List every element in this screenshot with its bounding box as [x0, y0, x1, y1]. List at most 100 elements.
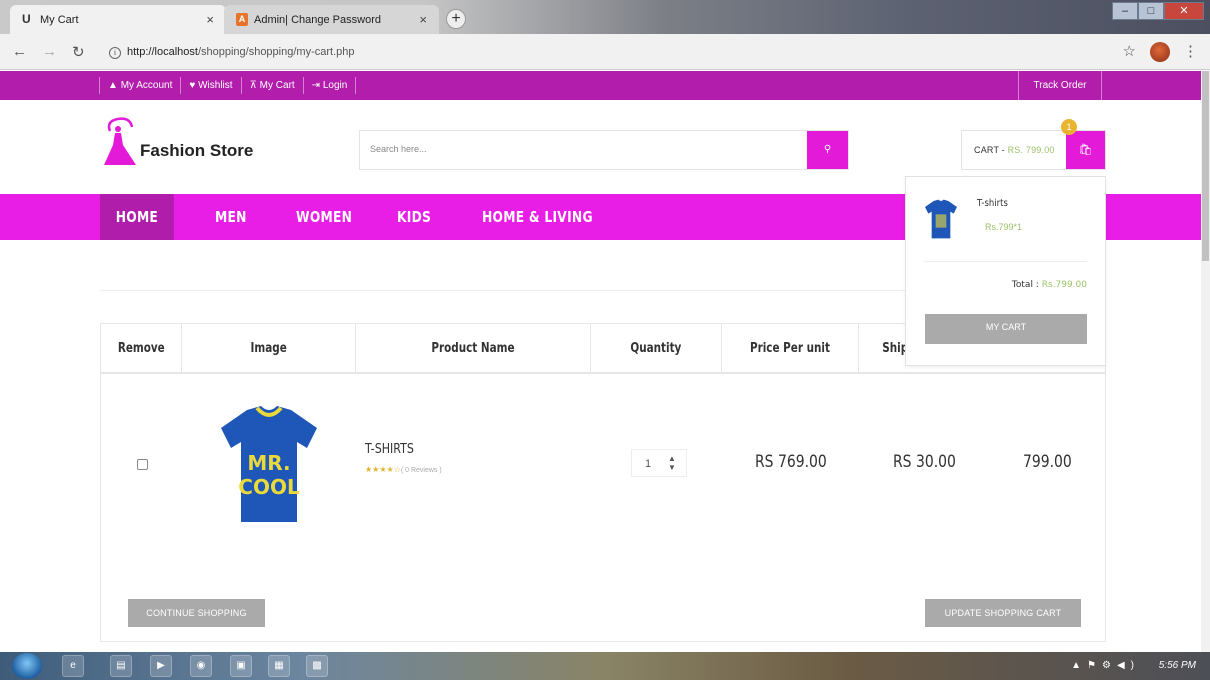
product-name-link[interactable]: T-SHIRTS [365, 442, 414, 457]
quantity-value[interactable]: 1 [645, 458, 651, 470]
dropdown-item-name[interactable]: T-shirts [977, 198, 1008, 209]
browser-tab-strip: U My Cart × A Admin| Change Password × +… [0, 0, 1210, 34]
close-tab-icon[interactable]: × [206, 12, 214, 27]
cart-dropdown: T-shirts Rs.799*1 Total : Rs.799.00 MY C… [905, 176, 1106, 366]
heart-icon: ♥ [189, 80, 196, 91]
forward-icon[interactable]: → [42, 43, 57, 60]
nav-women[interactable]: WOMEN [296, 194, 352, 240]
nav-home-living[interactable]: HOME & LIVING [482, 194, 593, 240]
continue-shopping-button[interactable]: CONTINUE SHOPPING [128, 599, 265, 627]
total-value: Rs.799.00 [1041, 280, 1087, 290]
info-icon[interactable]: i [109, 47, 121, 59]
back-icon[interactable]: ← [12, 43, 27, 60]
my-account-link[interactable]: ▲ My Account [99, 77, 180, 94]
stepper-arrows-icon[interactable]: ▲ ▼ [668, 454, 676, 472]
url-path: /shopping/shopping/my-cart.php [197, 46, 355, 58]
nav-home[interactable]: HOME [100, 194, 174, 240]
price-per-unit: RS 769.00 [755, 452, 827, 472]
start-button[interactable] [12, 653, 42, 679]
dropdown-product-image[interactable] [924, 199, 958, 239]
search-input[interactable]: Search here... [370, 144, 427, 154]
address-bar-row: ← → ↻ i http://localhost/shopping/shoppin… [0, 34, 1210, 70]
header-label: Image [250, 340, 287, 356]
remove-checkbox[interactable] [137, 459, 148, 470]
link-label: Login [322, 80, 348, 91]
explorer-icon[interactable]: ▤ [110, 655, 132, 677]
maximize-button[interactable]: □ [1138, 2, 1164, 20]
shirt-print-line2: COOL [238, 475, 300, 499]
reload-icon[interactable]: ↻ [72, 43, 85, 61]
tab-my-cart[interactable]: U My Cart × [10, 5, 226, 34]
tshirt-product-image[interactable]: MR. COOL [219, 404, 319, 524]
cart-icon: ⊼ [249, 80, 257, 91]
xampp-icon[interactable]: ▦ [268, 655, 290, 677]
header-remove: Remove [101, 324, 182, 372]
shopping-bag-icon[interactable]: 🛍 [1066, 131, 1105, 169]
dropdown-item-price: Rs.799*1 [985, 222, 1023, 232]
link-label: My Account [120, 80, 173, 91]
close-window-button[interactable]: ✕ [1164, 2, 1204, 20]
search-icon: ⚲ [823, 144, 832, 155]
scrollbar-thumb[interactable] [1202, 71, 1209, 261]
cart-table: Remove Image Product Name Quantity Price… [100, 323, 1106, 642]
shipping-charge: RS 30.00 [893, 452, 956, 472]
login-icon: ⇥ [311, 80, 321, 91]
star-icons: ★★★★☆ [365, 465, 401, 474]
cart-count-badge: 1 [1061, 119, 1077, 135]
shirt-print-line1: MR. [247, 451, 290, 475]
header-label: Product Name [431, 340, 515, 356]
update-cart-button[interactable]: UPDATE SHOPPING CART [925, 599, 1081, 627]
header-cart[interactable]: CART - RS. 799.00 🛍 [961, 130, 1106, 170]
top-links-bar: ▲ My Account ♥ Wishlist ⊼ My Cart ⇥ Logi… [0, 71, 1201, 100]
header-quantity: Quantity [591, 324, 722, 372]
system-tray[interactable]: ▲⚑⚙◀) [1071, 660, 1140, 671]
page-scrollbar[interactable] [1201, 71, 1210, 652]
close-tab-icon[interactable]: × [419, 12, 427, 27]
os-taskbar: e ▤ ▶ ◉ ▣ ▦ ▩ ▲⚑⚙◀) 5:56 PM [0, 652, 1210, 680]
chrome-icon[interactable]: ◉ [190, 655, 212, 677]
header-label: Quantity [630, 340, 682, 356]
url-host: http://localhost [127, 46, 198, 58]
review-count[interactable]: ( 0 Reviews ) [401, 467, 442, 474]
profile-avatar[interactable] [1150, 42, 1170, 62]
site-logo[interactable]: Fashion Store [100, 117, 280, 169]
header-product-name: Product Name [356, 324, 591, 372]
nav-men[interactable]: MEN [215, 194, 247, 240]
new-tab-button[interactable]: + [446, 9, 466, 29]
nav-kids[interactable]: KIDS [397, 194, 431, 240]
ie-icon[interactable]: e [62, 655, 84, 677]
window-icon[interactable]: ▩ [306, 655, 328, 677]
tab-favicon: U [22, 12, 31, 26]
login-link[interactable]: ⇥ Login [302, 77, 357, 94]
logo-text: Fashion Store [140, 141, 254, 160]
app-icon[interactable]: ▣ [230, 655, 252, 677]
cart-label: CART - [974, 145, 1008, 155]
media-icon[interactable]: ▶ [150, 655, 172, 677]
header-label: Remove [117, 340, 165, 356]
grand-total: 799.00 [1023, 452, 1072, 472]
wishlist-link[interactable]: ♥ Wishlist [180, 77, 240, 94]
my-cart-link[interactable]: ⊼ My Cart [240, 77, 303, 94]
bookmark-star-icon[interactable]: ☆ [1123, 42, 1136, 60]
my-cart-button[interactable]: MY CART [925, 314, 1087, 344]
dropdown-divider [924, 261, 1087, 262]
search-bar: Search here... ⚲ [359, 130, 849, 170]
cart-amount: RS. 799.00 [1007, 145, 1055, 155]
minimize-button[interactable]: – [1112, 2, 1138, 20]
menu-kebab-icon[interactable]: ⋮ [1183, 42, 1198, 60]
tab-title: My Cart [40, 13, 79, 26]
dropdown-total: Total : Rs.799.00 [1012, 280, 1087, 290]
quantity-stepper[interactable]: 1 ▲ ▼ [631, 449, 687, 477]
header-image: Image [182, 324, 356, 372]
link-label: Wishlist [198, 80, 233, 91]
cart-summary: CART - RS. 799.00 [974, 145, 1055, 155]
track-order-link[interactable]: Track Order [1018, 71, 1102, 100]
header-separator [101, 372, 1105, 374]
tab-change-password[interactable]: A Admin| Change Password × [224, 5, 439, 34]
search-button[interactable]: ⚲ [807, 131, 848, 169]
header-price-per-unit: Price Per unit [722, 324, 859, 372]
taskbar-clock[interactable]: 5:56 PM [1159, 660, 1196, 671]
url-field[interactable]: i http://localhost/shopping/shopping/my-c… [105, 42, 1105, 62]
user-icon: ▲ [108, 80, 118, 91]
account-links: ▲ My Account ♥ Wishlist ⊼ My Cart ⇥ Logi… [99, 71, 357, 100]
